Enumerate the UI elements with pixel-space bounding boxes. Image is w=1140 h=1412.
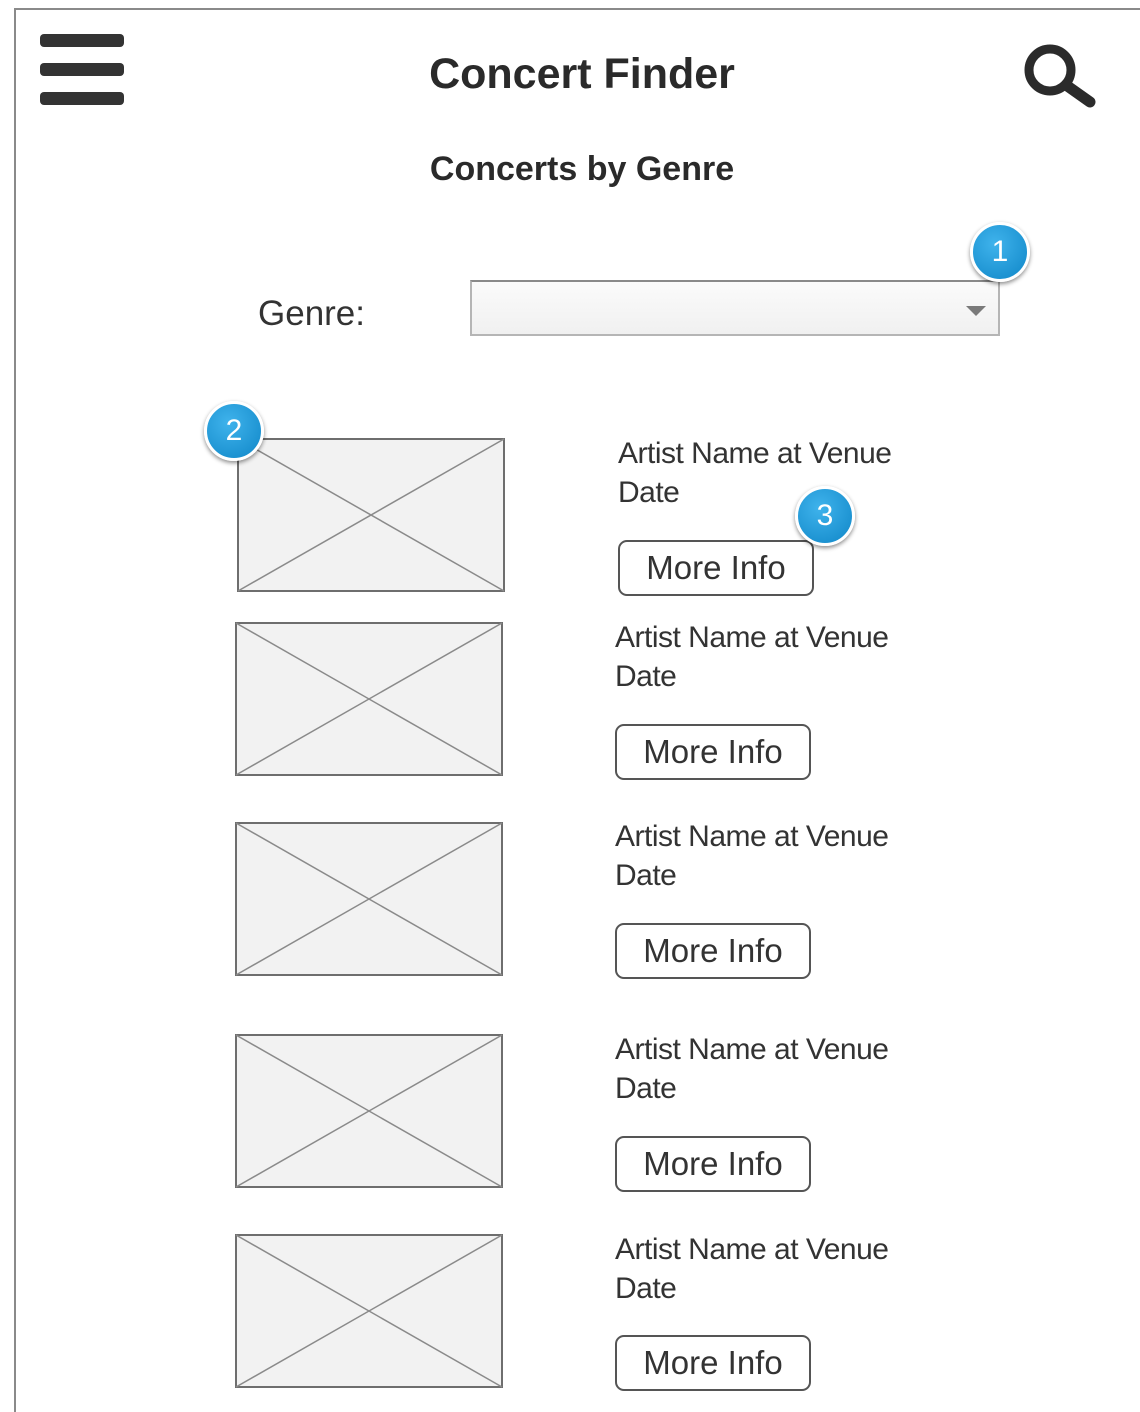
concert-date-text: Date — [615, 1072, 677, 1105]
image-placeholder-icon — [235, 1234, 503, 1388]
page-subtitle: Concerts by Genre — [429, 150, 735, 188]
callout-badge-1: 1 — [970, 222, 1030, 282]
callout-badge-3: 3 — [795, 486, 855, 546]
concert-date-text: Date — [615, 1272, 677, 1305]
chevron-down-icon — [954, 282, 998, 334]
image-placeholder-icon — [237, 438, 505, 592]
artist-venue-text: Artist Name at Venue — [615, 621, 889, 654]
phone-frame — [14, 8, 1140, 1412]
more-info-button[interactable]: More Info — [618, 540, 814, 596]
app-title: Concert Finder — [429, 50, 735, 98]
more-info-button[interactable]: More Info — [615, 923, 811, 979]
concert-info: Artist Name at Venue Date — [615, 1030, 889, 1108]
more-info-button[interactable]: More Info — [615, 1335, 811, 1391]
concert-date-text: Date — [615, 859, 677, 892]
image-placeholder-icon — [235, 822, 503, 976]
artist-venue-text: Artist Name at Venue — [615, 1033, 889, 1066]
concert-info: Artist Name at Venue Date — [615, 817, 889, 895]
artist-venue-text: Artist Name at Venue — [615, 1233, 889, 1266]
genre-dropdown[interactable] — [470, 280, 1000, 336]
search-icon[interactable] — [1016, 40, 1100, 108]
genre-label: Genre: — [258, 294, 365, 333]
artist-venue-text: Artist Name at Venue — [615, 820, 889, 853]
image-placeholder-icon — [235, 622, 503, 776]
more-info-button[interactable]: More Info — [615, 724, 811, 780]
artist-venue-text: Artist Name at Venue — [618, 437, 892, 470]
concert-info: Artist Name at Venue Date — [615, 618, 889, 696]
concert-info: Artist Name at Venue Date — [615, 1230, 889, 1308]
concert-date-text: Date — [615, 660, 677, 693]
callout-badge-2: 2 — [204, 401, 264, 461]
more-info-button[interactable]: More Info — [615, 1136, 811, 1192]
image-placeholder-icon — [235, 1034, 503, 1188]
